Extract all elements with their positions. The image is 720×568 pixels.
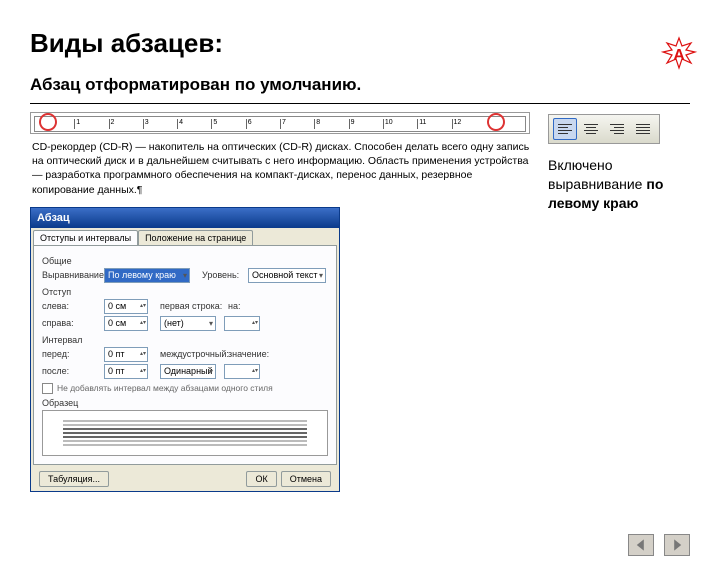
circle-marker-right [487,113,505,131]
before-spinner[interactable]: 0 пт [104,347,148,362]
ruler-tick: 6 [246,119,252,129]
ruler-tick: 12 [452,119,462,129]
right-label: справа: [42,318,100,328]
first-label: первая строка: [160,301,224,311]
ruler-tick: 2 [109,119,115,129]
prev-arrow-button[interactable] [628,534,654,556]
line-label: междустрочный: [160,349,224,359]
dialog-title: Абзац [31,208,339,228]
align-center-button[interactable] [579,118,603,140]
ruler-tick: 4 [177,119,183,129]
paragraph-dialog: Абзац Отступы и интервалы Положение на с… [30,207,340,492]
checkbox-label: Не добавлять интервал между абзацами одн… [57,383,273,393]
group-general: Общие [42,256,328,266]
ruler-tick: 10 [383,119,393,129]
svg-text:А: А [673,47,685,64]
badge-icon: А [658,36,700,72]
next-arrow-button[interactable] [664,534,690,556]
by1-label: на: [228,301,246,311]
ruler: 1 2 3 4 5 6 7 8 9 10 11 12 [30,112,530,134]
after-label: после: [42,366,100,376]
cancel-button[interactable]: Отмена [281,471,331,487]
alignment-toolbar [548,114,660,144]
document-paragraph: CD-рекордер (CD-R) — накопитель на оптич… [32,140,530,197]
left-spinner[interactable]: 0 см [104,299,148,314]
subtitle: Абзац отформатирован по умолчанию. [30,75,720,95]
preview-pane [42,410,328,456]
align-justify-button[interactable] [631,118,655,140]
ruler-tick: 9 [349,119,355,129]
align-select[interactable]: По левому краю [104,268,190,283]
align-left-button[interactable] [553,118,577,140]
align-label: Выравнивание: [42,270,100,280]
after-spinner[interactable]: 0 пт [104,364,148,379]
before-label: перед: [42,349,100,359]
caption-line1: Включено [548,157,613,173]
right-spinner[interactable]: 0 см [104,316,148,331]
tab-position[interactable]: Положение на странице [138,230,253,245]
circle-marker-left [39,113,57,131]
caption-line2: выравнивание [548,176,646,192]
group-spacing: Интервал [42,335,328,345]
tab-indents[interactable]: Отступы и интервалы [33,230,138,245]
ok-button[interactable]: ОК [246,471,276,487]
checkbox-icon [42,383,53,394]
page-title: Виды абзацев: [30,28,720,59]
by2-label: значение: [228,349,262,359]
level-select[interactable]: Основной текст [248,268,326,283]
caption: Включено выравнивание по левому краю [548,156,690,213]
level-label: Уровень: [202,270,244,280]
ruler-tick: 11 [417,119,426,129]
ruler-tick: 7 [280,119,286,129]
group-indent: Отступ [42,287,328,297]
ruler-tick: 3 [143,119,149,129]
ruler-tick: 1 [74,119,80,129]
by1-spinner[interactable] [224,316,260,331]
by2-spinner[interactable] [224,364,260,379]
same-style-checkbox[interactable]: Не добавлять интервал между абзацами одн… [42,383,328,394]
first-select[interactable]: (нет) [160,316,216,331]
tabs-button[interactable]: Табуляция... [39,471,109,487]
left-label: слева: [42,301,100,311]
ruler-tick: 8 [314,119,320,129]
line-select[interactable]: Одинарный [160,364,216,379]
align-right-button[interactable] [605,118,629,140]
divider [30,103,690,104]
ruler-tick: 5 [211,119,217,129]
group-sample: Образец [42,398,328,408]
